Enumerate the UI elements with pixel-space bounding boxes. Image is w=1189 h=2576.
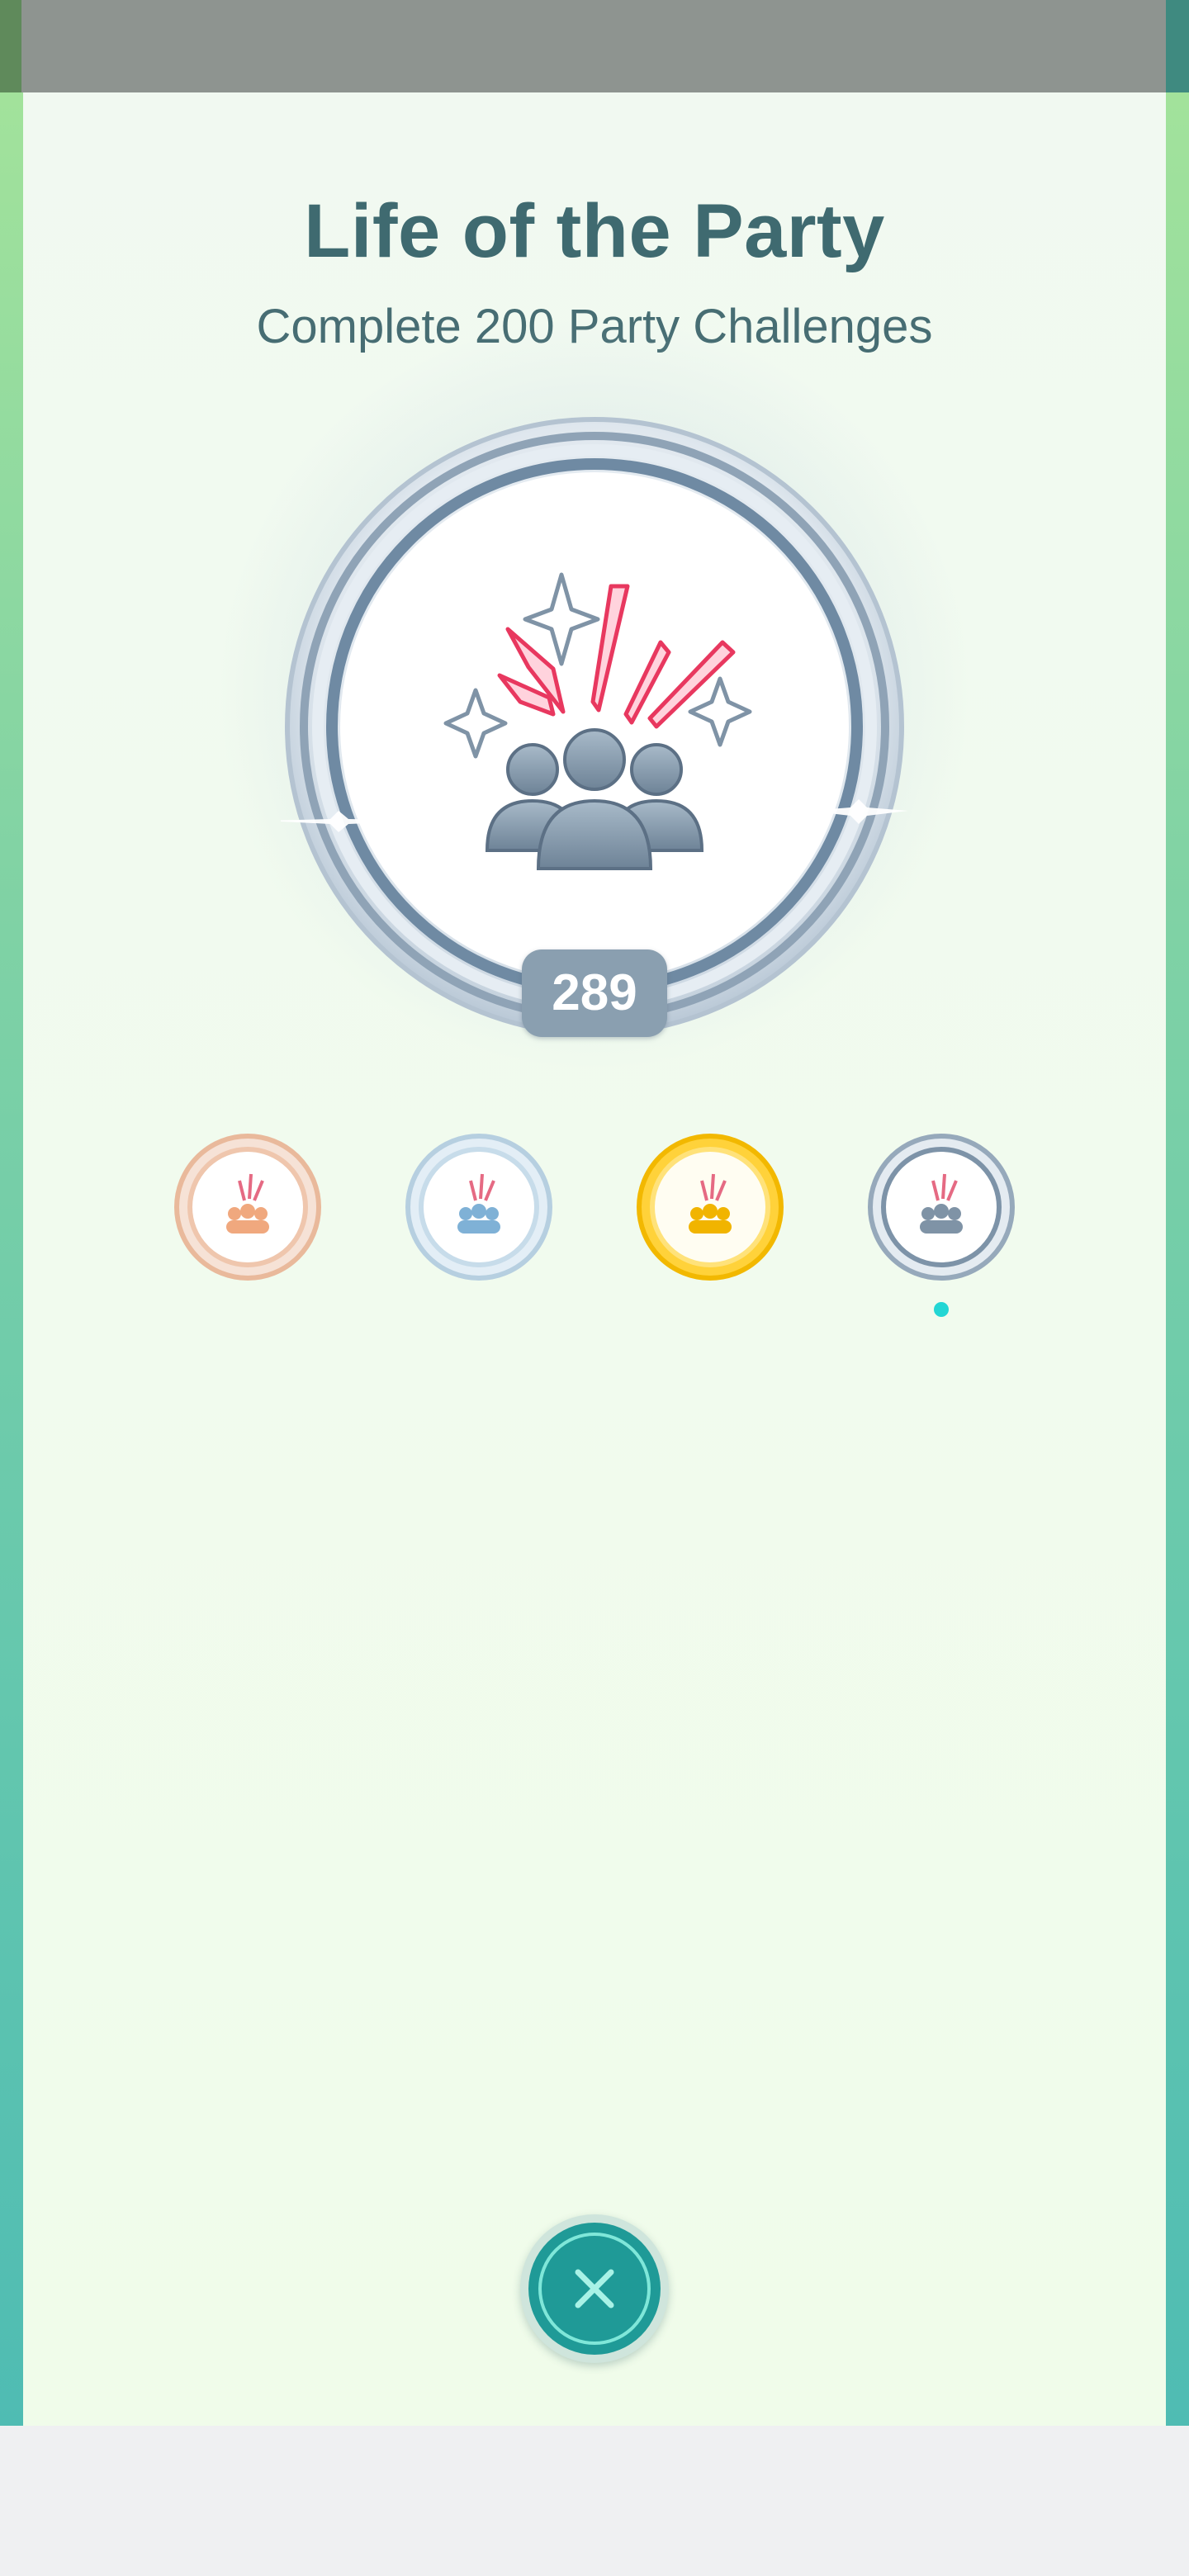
selected-tier-indicator [934,1302,949,1317]
tier-silver-medal[interactable] [405,1133,553,1281]
badge-count: 289 [522,949,667,1037]
close-icon [528,2223,661,2355]
tier-gold-medal[interactable] [636,1133,784,1281]
navigation-bar [0,2426,1189,2576]
status-bar [0,0,1189,92]
close-button[interactable] [520,2214,669,2363]
tier-bronze-medal[interactable] [173,1133,322,1281]
badge-title: Life of the Party [304,189,885,273]
platinum-medal [281,417,908,1036]
tier-platinum-medal[interactable] [867,1133,1016,1281]
